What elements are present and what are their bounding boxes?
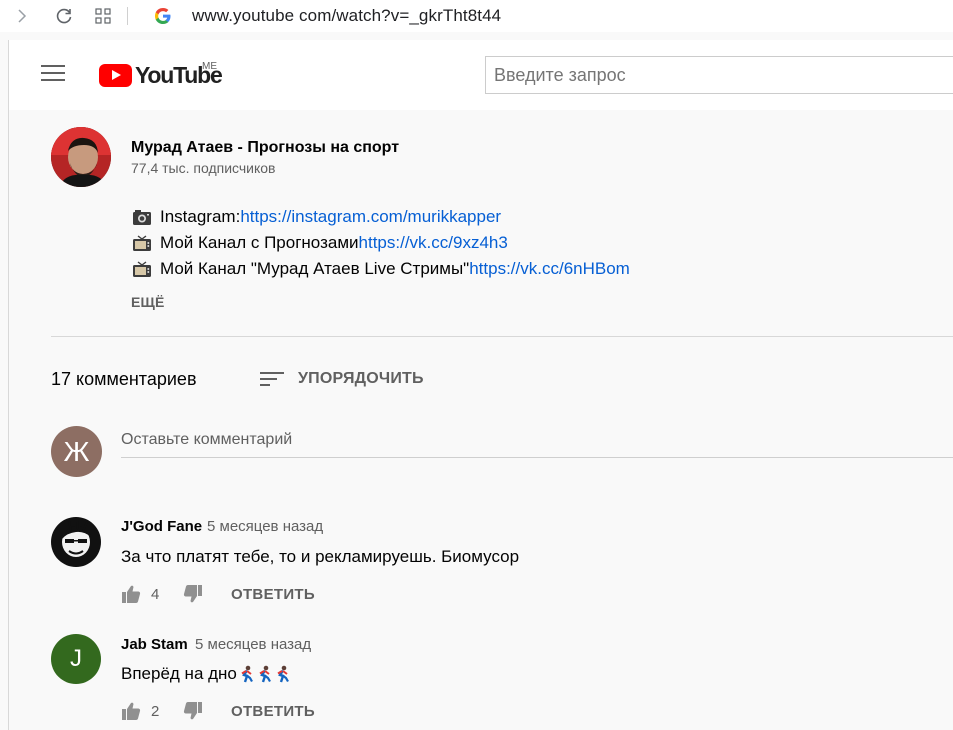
user-avatar[interactable]: Ж [51, 426, 102, 477]
search-input[interactable] [486, 57, 953, 93]
comment-author-avatar[interactable] [51, 517, 101, 567]
description-line: Instagram: https://instagram.com/murikka… [132, 207, 501, 227]
camera-icon [132, 209, 152, 226]
address-bar[interactable]: www.youtube com/watch?v=_gkrTht8t44 [192, 6, 501, 26]
apps-grid-icon[interactable] [93, 6, 113, 26]
instagram-link[interactable]: https://instagram.com/murikkapper [240, 207, 501, 227]
comment-body: За что платят тебе, то и рекламируешь. Б… [121, 547, 520, 566]
running-person-icon [238, 665, 255, 683]
vk-streams-link[interactable]: https://vk.cc/6nHBom [469, 259, 630, 279]
avatar-letter: J [70, 645, 82, 672]
sort-icon [260, 371, 284, 387]
reload-icon[interactable] [54, 6, 74, 26]
section-divider [51, 336, 953, 337]
description-text: Instagram: [160, 207, 241, 226]
google-icon [153, 6, 173, 26]
play-logo-icon [99, 63, 132, 87]
comment-timestamp[interactable]: 5 месяцев назад [195, 636, 311, 653]
comment-author-avatar[interactable]: J [51, 634, 101, 684]
vk-channel-link[interactable]: https://vk.cc/9xz4h3 [359, 233, 508, 253]
youtube-header: YouTube ME [9, 40, 953, 110]
comment-actions: 2 ОТВЕТИТЬ [121, 699, 315, 723]
reply-button[interactable]: ОТВЕТИТЬ [231, 703, 315, 720]
thumbs-down-icon[interactable] [183, 701, 203, 721]
forward-icon[interactable] [14, 6, 30, 26]
channel-name[interactable]: Мурад Атаев - Прогнозы на спорт [131, 139, 399, 157]
sort-button[interactable]: УПОРЯДОЧИТЬ [260, 367, 424, 391]
comment-text: За что платят тебе, то и рекламируешь. Б… [121, 547, 519, 567]
running-person-icon [256, 665, 273, 683]
comment-text: Вперёд на дно [121, 664, 291, 684]
tv-icon [132, 260, 152, 278]
country-code: ME [202, 61, 217, 72]
description-text: Мой Канал с Прогнозами [160, 233, 359, 252]
description-line: Мой Канал "Мурад Атаев Live Стримы" http… [132, 259, 630, 279]
comment-author[interactable]: Jab Stam [121, 636, 188, 653]
description-text: Мой Канал "Мурад Атаев Live Стримы" [160, 259, 470, 278]
tv-icon [132, 234, 152, 252]
comment-timestamp[interactable]: 5 месяцев назад [207, 518, 323, 535]
comment-actions: 4 ОТВЕТИТЬ [121, 582, 315, 606]
like-count: 2 [151, 702, 160, 720]
subscriber-count: 77,4 тыс. подписчиков [131, 160, 276, 176]
channel-avatar[interactable] [51, 127, 111, 187]
comment-body: Вперёд на дно [121, 664, 237, 683]
comment-box [121, 426, 953, 458]
comment-author[interactable]: J'God Fane [121, 518, 202, 535]
browser-toolbar: www.youtube com/watch?v=_gkrTht8t44 [0, 0, 953, 32]
page-frame-border [8, 40, 9, 730]
thumbs-up-icon[interactable] [121, 584, 141, 604]
running-person-icon [274, 665, 291, 683]
description-line: Мой Канал с Прогнозами https://vk.cc/9xz… [132, 233, 508, 253]
thumbs-up-icon[interactable] [121, 701, 141, 721]
menu-icon[interactable] [41, 65, 65, 83]
reply-button[interactable]: ОТВЕТИТЬ [231, 586, 315, 603]
sort-label: УПОРЯДОЧИТЬ [298, 370, 424, 387]
toolbar-separator [127, 7, 128, 25]
thumbs-down-icon[interactable] [183, 584, 203, 604]
show-more-button[interactable]: ЕЩЁ [131, 294, 165, 310]
comment-input[interactable] [121, 426, 953, 449]
search-box [485, 56, 953, 94]
like-count: 4 [151, 585, 160, 603]
comments-count: 17 комментариев [51, 369, 197, 389]
